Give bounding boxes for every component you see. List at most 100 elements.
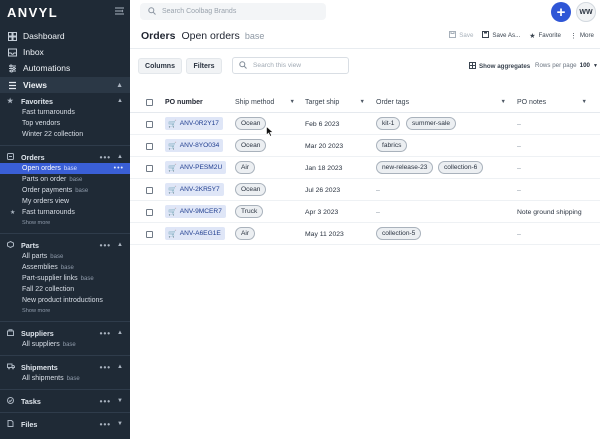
po-number-chip[interactable]: 🛒 ANV-A6EG1E xyxy=(165,227,225,240)
order-tag-chip: collection-6 xyxy=(438,161,484,174)
nav-automations[interactable]: Automations xyxy=(0,60,130,76)
nav-views[interactable]: Views ▲ xyxy=(0,77,130,93)
tasks-header[interactable]: Tasks ••• ▼ xyxy=(0,395,130,407)
select-all-checkbox[interactable] xyxy=(146,99,153,106)
show-more-link[interactable]: Show more xyxy=(0,306,130,316)
column-header-order-tags[interactable]: Order tags ▼ xyxy=(376,91,506,113)
order-tag-chip: collection-5 xyxy=(376,227,422,240)
parts-icon xyxy=(7,240,15,250)
global-search-input[interactable]: Search Coolbag Brands xyxy=(140,3,326,20)
po-number: ANV-2KR5Y7 xyxy=(179,186,220,193)
sidebar-item[interactable]: All suppliers base xyxy=(0,339,130,350)
view-label: My orders view xyxy=(22,198,70,205)
po-number-chip[interactable]: 🛒 ANV-9MCER7 xyxy=(165,205,226,218)
save-label: Save xyxy=(459,32,474,39)
sidebar-item-open-orders[interactable]: Open orders base ••• xyxy=(0,163,130,174)
sidebar-item[interactable]: Order payments base xyxy=(0,185,130,196)
save-as-icon xyxy=(482,31,490,40)
sidebar-item[interactable]: Parts on order base xyxy=(0,174,130,185)
favorite-item[interactable]: Winter 22 collection xyxy=(0,129,130,140)
rows-per-page-select[interactable]: 100 xyxy=(580,62,590,69)
po-number-chip[interactable]: 🛒 ANV-2KR5Y7 xyxy=(165,183,224,196)
suppliers-header[interactable]: Suppliers ••• ▲ xyxy=(0,327,130,339)
sidebar-item[interactable]: Assemblies base xyxy=(0,262,130,273)
sidebar-item[interactable]: All shipments base xyxy=(0,373,130,384)
save-as-button[interactable]: Save As... xyxy=(482,31,520,40)
view-name[interactable]: Open orders xyxy=(181,30,239,42)
favorites-title: Favorites xyxy=(21,96,53,106)
table-row[interactable]: 🛒 ANV-PESM2U Air Jan 18 2023 new-release-… xyxy=(130,157,600,179)
more-icon[interactable]: ••• xyxy=(114,165,124,172)
order-tags-empty: – xyxy=(376,186,380,194)
order-tag-chip: fabrics xyxy=(376,139,408,152)
column-header-target-ship[interactable]: Target ship ▼ xyxy=(305,91,365,113)
view-search-input[interactable]: Search this view xyxy=(232,57,349,74)
row-checkbox[interactable] xyxy=(146,187,153,194)
po-number-chip[interactable]: 🛒 ANV-PESM2U xyxy=(165,161,227,174)
sidebar-item[interactable]: My orders view xyxy=(0,196,130,207)
sidebar-item[interactable]: Part-supplier links base xyxy=(0,273,130,284)
sidebar-item[interactable]: Fall 22 collection xyxy=(0,284,130,295)
more-icon[interactable]: ••• xyxy=(100,420,111,429)
favorites-header[interactable]: ★ Favorites ▲ xyxy=(0,95,130,107)
show-aggregates-button[interactable]: Show aggregates xyxy=(469,62,530,71)
column-header-ship-method[interactable]: Ship method ▼ xyxy=(235,91,295,113)
favorite-item[interactable]: Top vendors xyxy=(0,118,130,129)
parts-header[interactable]: Parts ••• ▲ xyxy=(0,239,130,251)
po-number-chip[interactable]: 🛒 ANV-8YO034 xyxy=(165,139,224,152)
orders-header[interactable]: Orders ••• ▲ xyxy=(0,151,130,163)
view-label: Part-supplier links xyxy=(22,275,78,282)
row-checkbox[interactable] xyxy=(146,143,153,150)
divider xyxy=(0,389,130,390)
po-notes-value: – xyxy=(517,120,521,128)
page-title: Orders xyxy=(141,30,176,42)
chevron-up-icon: ▲ xyxy=(117,364,123,370)
po-number: ANV-PESM2U xyxy=(179,164,223,171)
nav-dashboard[interactable]: Dashboard xyxy=(0,28,130,44)
orders-title: Orders xyxy=(21,152,45,162)
row-checkbox[interactable] xyxy=(146,165,153,172)
more-icon[interactable]: ••• xyxy=(100,241,111,250)
table-row[interactable]: 🛒 ANV-0R2Y17 Ocean Feb 6 2023 kit-1 summe… xyxy=(130,113,600,135)
table-row[interactable]: 🛒 ANV-8YO034 Ocean Mar 20 2023 fabrics – xyxy=(130,135,600,157)
columns-button[interactable]: Columns xyxy=(138,58,182,74)
sidebar-item[interactable]: All parts base xyxy=(0,251,130,262)
nav-automations-label: Automations xyxy=(23,63,71,73)
more-icon[interactable]: ••• xyxy=(100,397,111,406)
save-button[interactable]: Save xyxy=(449,31,473,40)
column-header-po-number[interactable]: PO number xyxy=(165,91,225,113)
show-more-link[interactable]: Show more xyxy=(0,218,130,228)
nav-inbox[interactable]: Inbox xyxy=(0,44,130,60)
add-button[interactable]: + xyxy=(551,2,571,22)
more-icon[interactable]: ••• xyxy=(100,153,111,162)
more-vertical-icon: ⋮ xyxy=(569,32,577,40)
shipments-header[interactable]: Shipments ••• ▲ xyxy=(0,361,130,373)
automations-icon xyxy=(7,63,17,73)
files-header[interactable]: Files ••• ▼ xyxy=(0,418,130,430)
files-group: Files ••• ▼ xyxy=(0,416,130,432)
ship-method-chip: Ocean xyxy=(235,139,267,152)
views-icon xyxy=(7,80,17,90)
more-button[interactable]: ⋮ More xyxy=(570,32,594,40)
row-checkbox[interactable] xyxy=(146,231,153,238)
more-icon[interactable]: ••• xyxy=(100,329,111,338)
more-icon[interactable]: ••• xyxy=(100,363,111,372)
filters-button[interactable]: Filters xyxy=(186,58,222,74)
sidebar-item[interactable]: ★ Fast turnarounds xyxy=(0,207,130,218)
favorite-button[interactable]: ★ Favorite xyxy=(529,32,561,40)
table-row[interactable]: 🛒 ANV-A6EG1E Air May 11 2023 collection-5… xyxy=(130,223,600,245)
sidebar-item[interactable]: New product introductions xyxy=(0,295,130,306)
collapse-sidebar-icon[interactable] xyxy=(114,7,124,17)
table-row[interactable]: 🛒 ANV-2KR5Y7 Ocean Jul 26 2023 – – xyxy=(130,179,600,201)
row-checkbox[interactable] xyxy=(146,209,153,216)
column-header-po-notes[interactable]: PO notes ▼ xyxy=(517,91,587,113)
po-number-chip[interactable]: 🛒 ANV-0R2Y17 xyxy=(165,117,223,130)
avatar[interactable]: WW xyxy=(576,2,596,22)
favorites-group: ★ Favorites ▲ Fast turnarounds Top vendo… xyxy=(0,93,130,142)
table-row[interactable]: 🛒 ANV-9MCER7 Truck Apr 3 2023 – Note grou… xyxy=(130,201,600,223)
chevron-down-icon: ▼ xyxy=(289,99,295,105)
base-badge: base xyxy=(60,264,74,271)
row-checkbox[interactable] xyxy=(146,121,153,128)
dashboard-icon xyxy=(7,31,17,41)
favorite-item[interactable]: Fast turnarounds xyxy=(0,107,130,118)
